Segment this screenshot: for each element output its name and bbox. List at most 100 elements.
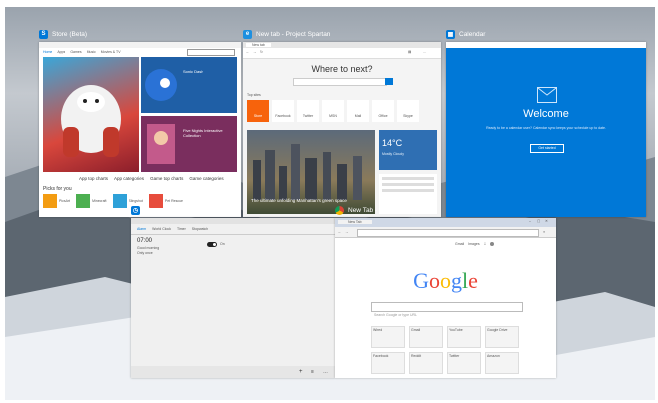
sonic-title: Sonic Dash (183, 69, 204, 74)
store-nav-music[interactable]: Music (87, 50, 96, 54)
link-app-top-charts[interactable]: App top charts (79, 176, 108, 181)
back-icon[interactable]: ← (338, 230, 342, 234)
maximize-icon[interactable]: ▢ (537, 219, 540, 223)
top-sites-row: Store Facebook Twitter MSN Mail Office S… (247, 100, 419, 122)
get-started-button[interactable]: Get started (530, 144, 564, 153)
chrome-title: New Tab - Google Chrome (348, 206, 425, 214)
most-visited-tile[interactable]: Twitter (447, 352, 481, 374)
most-visited-tile[interactable]: Amazon (485, 352, 519, 374)
top-site-tile[interactable]: Office (372, 100, 394, 122)
chrome-icon (335, 205, 344, 215)
google-search-placeholder: Search Google or type URL (374, 313, 417, 317)
spartan-icon: e (243, 29, 252, 39)
most-visited-tile[interactable]: Google Drive (485, 326, 519, 348)
close-icon[interactable]: ✕ (545, 219, 548, 223)
spartan-thumbnail[interactable]: e New tab - Project Spartan New tab ← → … (243, 27, 441, 217)
chrome-omnibox[interactable] (357, 229, 539, 237)
minimize-icon[interactable]: – (529, 219, 531, 223)
forward-icon[interactable]: → (253, 50, 257, 54)
tab-timer[interactable]: Timer (177, 227, 186, 231)
images-link[interactable]: Images (468, 242, 479, 246)
news-card[interactable]: The ultimate unfolding Manhattan's green… (247, 130, 375, 214)
more-icon[interactable]: … (323, 369, 328, 375)
tile-label: Amazon (487, 354, 500, 358)
pick-item[interactable]: PicsArt (43, 194, 70, 208)
store-thumbnail[interactable]: S Store (Beta) Home Apps Games Music Mov… (39, 27, 241, 217)
store-hero-tile-sonic[interactable]: Sonic Dash (141, 57, 237, 113)
top-site-label: Office (378, 114, 388, 118)
spartan-title-bar: e New tab - Project Spartan (243, 27, 330, 41)
top-site-tile[interactable]: Store (247, 100, 269, 122)
alarm-time: 07:00 (137, 238, 153, 244)
pick-item[interactable]: Minecraft (76, 194, 107, 208)
most-visited-tile[interactable]: Facebook (371, 352, 405, 374)
forward-icon[interactable]: → (345, 230, 349, 234)
top-site-tile[interactable]: Skype (397, 100, 419, 122)
most-visited-tile[interactable]: Gmail (409, 326, 443, 348)
alarms-thumbnail[interactable]: ◷ Alarms & Clock Alarm World Clock Timer… (131, 203, 335, 378)
store-chart-links: App top charts App categories Game top c… (79, 176, 224, 181)
store-nav: Home Apps Games Music Movies & TV (43, 50, 121, 54)
gmail-link[interactable]: Gmail (455, 242, 464, 246)
calendar-thumbnail[interactable]: ▦ Calendar Welcome Ready to be a calenda… (446, 27, 646, 217)
most-visited-tile[interactable]: Reddit (409, 352, 443, 374)
chrome-tab[interactable]: New Tab (338, 220, 372, 224)
hero-robot-art (61, 85, 121, 157)
back-icon[interactable]: ← (246, 50, 250, 54)
tab-alarm[interactable]: Alarm (137, 227, 146, 231)
store-icon: S (39, 29, 48, 39)
calendar-welcome: Welcome (523, 108, 569, 120)
store-feature-tile[interactable]: Five Nights Interactive Collection (141, 116, 237, 172)
alarm-name: Good morning (137, 246, 160, 250)
more-icon[interactable]: … (423, 50, 427, 54)
alarm-toggle[interactable] (207, 242, 217, 247)
tab-stopwatch[interactable]: Stopwatch (192, 227, 208, 231)
store-nav-home[interactable]: Home (43, 50, 52, 54)
alarms-title-bar: ◷ Alarms & Clock (131, 203, 188, 217)
alarms-command-bar: + ≡ … (131, 366, 335, 378)
chrome-toolbar: ← → ≡ (335, 227, 556, 238)
store-search-input[interactable]: Search (187, 49, 235, 64)
most-visited-tile[interactable]: Wired (371, 326, 405, 348)
spartan-search-input[interactable] (293, 78, 387, 86)
desktop-background: S Store (Beta) Home Apps Games Music Mov… (5, 7, 655, 400)
chrome-window: New Tab – ▢ ✕ ← → ≡ Gmail Images ⁞⁞ Goog… (335, 218, 556, 378)
tile-label: Wired (373, 328, 383, 332)
link-app-categories[interactable]: App categories (114, 176, 144, 181)
feature-art (147, 124, 175, 164)
most-visited-tile[interactable]: YouTube (447, 326, 481, 348)
weather-condition: Mostly Cloudy (382, 152, 404, 156)
store-nav-apps[interactable]: Apps (57, 50, 65, 54)
account-avatar[interactable] (489, 242, 494, 246)
spartan-tab[interactable]: New tab (246, 43, 271, 47)
tile-label: Gmail (411, 328, 421, 332)
add-alarm-icon[interactable]: + (299, 369, 303, 375)
weather-card[interactable]: 14°C Mostly Cloudy (379, 130, 437, 170)
menu-icon[interactable]: ≡ (543, 230, 545, 234)
refresh-icon[interactable]: ↻ (260, 50, 263, 54)
chrome-thumbnail[interactable]: New Tab - Google Chrome New Tab – ▢ ✕ ← … (335, 203, 556, 378)
store-title: Store (Beta) (52, 30, 88, 38)
apps-icon[interactable]: ⁞⁞ (484, 242, 486, 246)
top-site-label: Mail (354, 114, 362, 118)
select-icon[interactable]: ≡ (311, 369, 314, 375)
store-hero-banner[interactable] (43, 57, 139, 172)
logo-letter: o (440, 268, 451, 293)
top-site-tile[interactable]: Twitter (297, 100, 319, 122)
store-nav-movies[interactable]: Movies & TV (101, 50, 121, 54)
alarm-toggle-label: On (220, 242, 225, 246)
alarms-caption-bar (131, 218, 335, 224)
store-caption-bar (39, 42, 241, 48)
link-game-categories[interactable]: Game categories (189, 176, 223, 181)
link-game-top-charts[interactable]: Game top charts (150, 176, 183, 181)
tab-world-clock[interactable]: World Clock (152, 227, 171, 231)
store-nav-games[interactable]: Games (70, 50, 81, 54)
clock-icon: ◷ (131, 205, 140, 215)
spartan-search-button[interactable] (385, 78, 393, 85)
google-search-input[interactable]: Search Google or type URL (371, 302, 523, 317)
tile-label: YouTube (449, 328, 463, 332)
top-site-tile[interactable]: MSN (322, 100, 344, 122)
reading-icon[interactable]: ▤ (408, 50, 411, 54)
top-site-tile[interactable]: Mail (347, 100, 369, 122)
top-site-tile[interactable]: Facebook (272, 100, 294, 122)
